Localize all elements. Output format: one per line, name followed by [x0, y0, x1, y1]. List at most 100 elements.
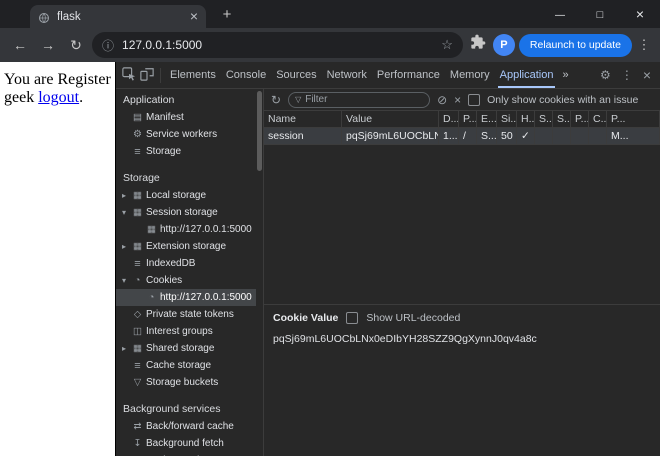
tree-item-extension-storage[interactable]: ▸Extension storage	[116, 238, 256, 255]
relaunch-update-button[interactable]: Relaunch to update	[519, 34, 632, 57]
cookies-toolbar: Only show cookies with an issue	[264, 89, 660, 111]
browser-tab[interactable]: flask	[30, 5, 206, 28]
column-header-value-1[interactable]: Value	[342, 111, 439, 127]
expander-expanded-icon[interactable]: ▾	[122, 208, 131, 217]
tree-item-indexeddb[interactable]: IndexedDB	[116, 255, 256, 272]
column-header-p-9[interactable]: P...	[571, 111, 589, 127]
cookie-value-title: Cookie Value	[273, 312, 338, 324]
window-close-button[interactable]	[620, 0, 660, 28]
column-header-e-4[interactable]: E...	[477, 111, 497, 127]
cookie-cell-2: 1...	[439, 128, 459, 144]
tree-item-background-syncs[interactable]: Background syncs	[116, 452, 256, 456]
devtools-panel: ElementsConsoleSourcesNetworkPerformance…	[115, 62, 660, 456]
tree-item-private-state-tokens[interactable]: Private state tokens	[116, 306, 256, 323]
tree-item-storage[interactable]: Storage	[116, 143, 256, 160]
forward-icon[interactable]	[36, 33, 60, 57]
tree-item-cookies[interactable]: ▾Cookies	[116, 272, 256, 289]
tree-item-label: Storage buckets	[146, 377, 218, 388]
back-icon[interactable]	[8, 33, 32, 57]
browser-menu-icon[interactable]	[636, 37, 652, 53]
profile-avatar[interactable]: P	[493, 34, 515, 56]
tree-item-back-forward-cache[interactable]: Back/forward cache	[116, 418, 256, 435]
expander-collapsed-icon[interactable]: ▸	[122, 242, 131, 251]
column-header-c-10[interactable]: C...	[589, 111, 607, 127]
tree-item-background-fetch[interactable]: Background fetch	[116, 435, 256, 452]
devtools-body: ApplicationManifestService workersStorag…	[116, 89, 660, 456]
address-bar[interactable]: 127.0.0.1:5000	[92, 32, 463, 58]
bucket-icon	[131, 377, 144, 388]
devtools-sidebar-tree: ApplicationManifestService workersStorag…	[116, 89, 256, 456]
tree-item-http-127-0-0-1-5000[interactable]: http://127.0.0.1:5000	[116, 289, 256, 306]
devtools-tab-list: ElementsConsoleSourcesNetworkPerformance…	[165, 62, 558, 88]
tree-item-interest-groups[interactable]: Interest groups	[116, 323, 256, 340]
cookie-table-row[interactable]: sessionpqSj69mL6UOCbLNx...1.../S...50✓M.…	[264, 128, 660, 145]
column-header-si-5[interactable]: Si...	[497, 111, 517, 127]
devtools-tab-application[interactable]: Application	[495, 62, 559, 88]
inspect-element-icon[interactable]	[120, 67, 138, 83]
expander-expanded-icon[interactable]: ▾	[122, 276, 131, 285]
window-controls	[540, 0, 660, 28]
column-header-h-6[interactable]: H...	[517, 111, 535, 127]
service-worker-icon	[131, 129, 144, 140]
page-text-suffix: .	[79, 89, 83, 106]
tab-close-icon[interactable]	[190, 10, 198, 23]
minimize-button[interactable]	[540, 0, 580, 28]
expander-collapsed-icon[interactable]: ▸	[122, 344, 131, 353]
logout-link[interactable]: logout	[38, 89, 79, 106]
tab-strip: flask	[0, 0, 660, 28]
clear-all-cookies-icon[interactable]	[437, 93, 447, 107]
sidebar-scrollbar[interactable]	[256, 89, 263, 456]
column-header-p-11[interactable]: P...	[607, 111, 660, 127]
tree-item-label: Private state tokens	[146, 309, 234, 320]
tree-item-http-127-0-0-1-5000[interactable]: http://127.0.0.1:5000	[116, 221, 256, 238]
tree-item-label: Session storage	[146, 207, 218, 218]
cookie-cell-3: /	[459, 128, 477, 144]
new-tab-button[interactable]	[216, 4, 238, 26]
devtools-close-icon[interactable]	[638, 67, 656, 83]
devtools-tab-elements[interactable]: Elements	[165, 62, 221, 88]
cookie-table-header: NameValueD...P...E...Si...H...S...S...P.…	[264, 111, 660, 128]
column-header-d-2[interactable]: D...	[439, 111, 459, 127]
tree-item-label: Storage	[146, 146, 181, 157]
tree-item-local-storage[interactable]: ▸ Local storage	[116, 187, 256, 204]
only-issues-checkbox[interactable]	[468, 94, 480, 106]
cookie-icon	[131, 275, 144, 286]
devtools-tab-sources[interactable]: Sources	[271, 62, 321, 88]
expander-collapsed-icon[interactable]: ▸	[122, 191, 131, 200]
refresh-icon[interactable]	[271, 93, 281, 107]
tree-item-cache-storage[interactable]: Cache storage	[116, 357, 256, 374]
delete-selected-icon[interactable]	[454, 93, 461, 107]
devtools-menu-icon[interactable]	[616, 68, 638, 82]
tree-item-storage-buckets[interactable]: Storage buckets	[116, 374, 256, 391]
tree-item-label: IndexedDB	[146, 258, 195, 269]
bookmark-star-icon[interactable]	[441, 37, 453, 53]
tree-item-label: Manifest	[146, 112, 184, 123]
tree-item-session-storage[interactable]: ▾ Session storage	[116, 204, 256, 221]
column-header-s-7[interactable]: S...	[535, 111, 553, 127]
column-header-s-8[interactable]: S...	[553, 111, 571, 127]
tree-item-service-workers[interactable]: Service workers	[116, 126, 256, 143]
column-header-name-0[interactable]: Name	[264, 111, 342, 127]
extensions-icon[interactable]	[467, 33, 489, 57]
show-url-decoded-checkbox[interactable]	[346, 312, 358, 324]
cookie-filter[interactable]	[288, 92, 430, 108]
database-icon	[131, 360, 144, 372]
scrollbar-thumb[interactable]	[257, 91, 262, 171]
reload-icon[interactable]	[64, 33, 88, 57]
cookie-filter-input[interactable]	[305, 94, 423, 105]
devtools-tab-memory[interactable]: Memory	[445, 62, 495, 88]
more-tabs-icon[interactable]	[558, 69, 572, 81]
devtools-tab-performance[interactable]: Performance	[372, 62, 445, 88]
devtools-tab-console[interactable]: Console	[221, 62, 271, 88]
tree-item-manifest[interactable]: Manifest	[116, 109, 256, 126]
devtools-settings-icon[interactable]	[595, 68, 616, 82]
column-header-p-3[interactable]: P...	[459, 111, 477, 127]
device-toolbar-icon[interactable]	[138, 67, 156, 83]
tree-item-shared-storage[interactable]: ▸Shared storage	[116, 340, 256, 357]
maximize-button[interactable]	[580, 0, 620, 28]
devtools-tab-network[interactable]: Network	[322, 62, 372, 88]
tree-item-label: Local storage	[146, 190, 206, 201]
database-icon	[131, 146, 144, 158]
cookie-preview-header: Cookie Value Show URL-decoded	[273, 312, 651, 324]
site-info-icon[interactable]	[102, 37, 114, 54]
